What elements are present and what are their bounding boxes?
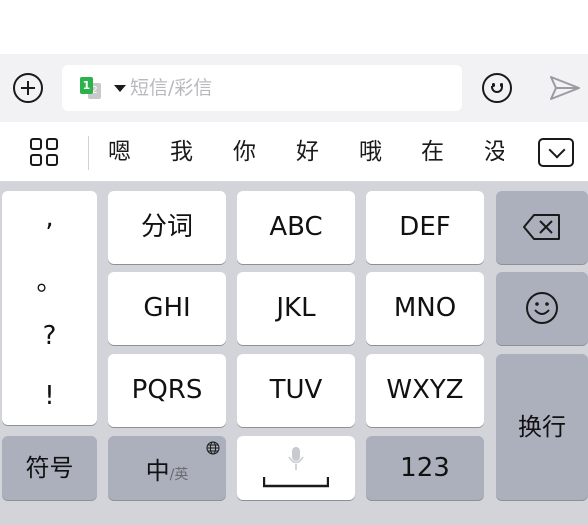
key-label: 符号	[25, 454, 74, 482]
smiley-icon[interactable]	[482, 73, 512, 103]
smiley-icon	[526, 292, 558, 324]
key-label: TUV	[269, 375, 323, 405]
punct-exclaim[interactable]: !	[2, 381, 97, 411]
compose-bar: 2 1	[0, 54, 588, 122]
key-label: GHI	[143, 293, 191, 323]
punct-period[interactable]: 。	[2, 261, 97, 298]
punct-question[interactable]: ?	[2, 321, 97, 351]
emoji-key[interactable]	[496, 272, 588, 345]
enter-key[interactable]: 换行	[496, 354, 588, 500]
candidate-word[interactable]: 好	[296, 136, 319, 168]
space-key[interactable]	[237, 436, 355, 500]
lang-alt: /英	[169, 467, 189, 483]
candidate-bar: 嗯 我 你 好 哦 在 没	[0, 122, 588, 182]
language-switch-key[interactable]: 中/英	[108, 436, 226, 500]
key-label: 换行	[518, 413, 566, 441]
candidate-word[interactable]: 你	[233, 136, 256, 168]
candidate-word[interactable]: 没	[484, 136, 504, 168]
candidate-word[interactable]: 在	[421, 136, 444, 168]
divider	[88, 136, 89, 170]
status-area	[0, 0, 588, 54]
abc-key[interactable]: ABC	[237, 191, 355, 264]
mno-key[interactable]: MNO	[366, 272, 484, 345]
key-label: 123	[400, 453, 450, 483]
candidate-word[interactable]: 我	[170, 136, 193, 168]
key-label: MNO	[393, 293, 457, 323]
tuv-key[interactable]: TUV	[237, 354, 355, 427]
dual-sim-icon[interactable]: 2 1	[80, 77, 104, 99]
pqrs-key[interactable]: PQRS	[108, 354, 226, 427]
symbol-key[interactable]: 符号	[2, 436, 97, 500]
message-input[interactable]	[130, 65, 450, 111]
microphone-icon	[288, 447, 304, 470]
backspace-key[interactable]	[496, 191, 588, 264]
jkl-key[interactable]: JKL	[237, 272, 355, 345]
plus-circle-icon[interactable]	[13, 73, 43, 103]
caret-down-icon[interactable]	[114, 85, 126, 92]
chevron-down-icon[interactable]	[538, 138, 574, 167]
punctuation-list[interactable]: , 。 ? !	[2, 191, 97, 425]
backspace-icon	[523, 214, 560, 240]
ghi-key[interactable]: GHI	[108, 272, 226, 345]
send-arrow-icon[interactable]	[548, 74, 582, 102]
keyboard: , 。 ? ! 分词 ABC DEF GHI JKL MNO PQRS TUV …	[0, 182, 588, 525]
key-label: WXYZ	[386, 375, 464, 405]
message-field[interactable]: 2 1	[62, 65, 462, 111]
space-bar-icon	[263, 477, 329, 488]
key-label: ABC	[269, 212, 323, 242]
key-label: PQRS	[131, 375, 203, 405]
punct-comma[interactable]: ,	[2, 203, 97, 233]
sim-1-badge: 1	[80, 77, 93, 94]
key-label: 分词	[140, 212, 193, 242]
key-label: JKL	[276, 293, 316, 323]
candidate-word[interactable]: 哦	[359, 136, 382, 168]
number-key[interactable]: 123	[366, 436, 484, 500]
grid-icon[interactable]	[30, 138, 60, 168]
wxyz-key[interactable]: WXYZ	[366, 354, 484, 427]
fenci-key[interactable]: 分词	[108, 191, 226, 264]
candidate-word[interactable]: 嗯	[108, 136, 131, 168]
key-label: DEF	[399, 212, 451, 242]
def-key[interactable]: DEF	[366, 191, 484, 264]
lang-main: 中	[145, 457, 170, 485]
